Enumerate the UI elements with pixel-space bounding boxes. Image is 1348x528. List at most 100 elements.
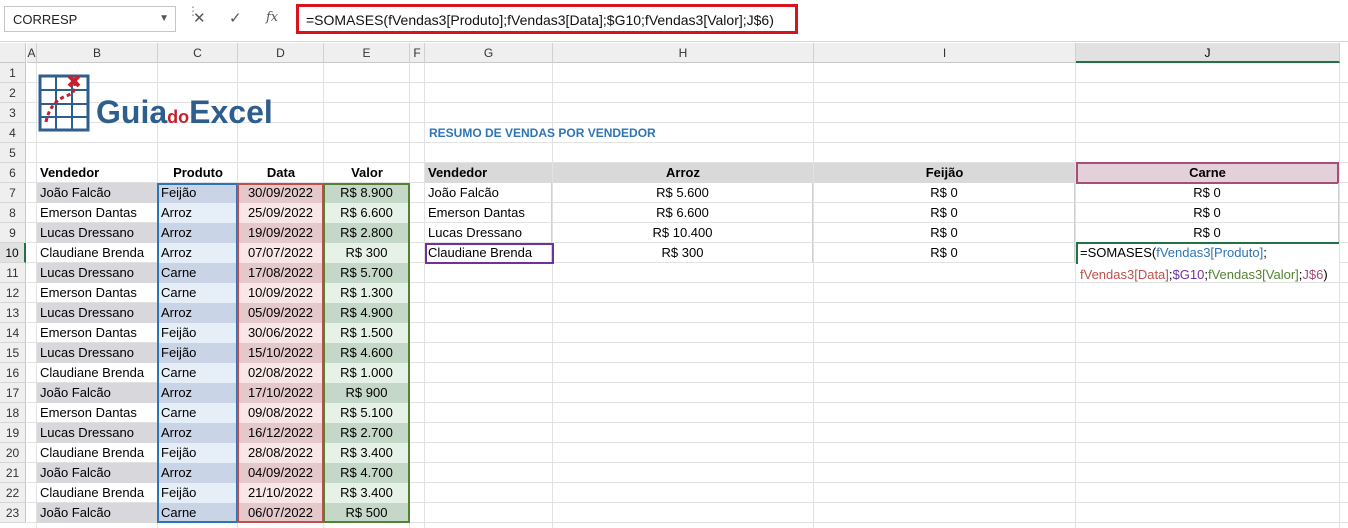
sales-cell-valor[interactable]: R$ 3.400: [324, 483, 409, 503]
sales-cell-produto[interactable]: Arroz: [158, 463, 237, 483]
summary-header-feijao[interactable]: Feijão: [814, 163, 1075, 183]
row-header-6[interactable]: 6: [0, 163, 26, 183]
sales-cell-valor[interactable]: R$ 2.800: [324, 223, 409, 243]
insert-function-icon[interactable]: fx: [266, 10, 278, 25]
cancel-icon[interactable]: ✕: [193, 9, 206, 27]
sales-cell-valor[interactable]: R$ 4.900: [324, 303, 409, 323]
sales-cell-vendedor[interactable]: João Falcão: [37, 383, 157, 403]
sales-cell-vendedor[interactable]: Claudiane Brenda: [37, 243, 157, 263]
summary-cell[interactable]: R$ 0: [1076, 223, 1339, 243]
header-produto[interactable]: Produto: [158, 163, 238, 183]
sales-cell-vendedor[interactable]: Lucas Dressano: [37, 263, 157, 283]
sales-cell-vendedor[interactable]: João Falcão: [37, 463, 157, 483]
sales-cell-valor[interactable]: R$ 5.100: [324, 403, 409, 423]
sales-cell-data[interactable]: 05/09/2022: [238, 303, 323, 323]
row-header-9[interactable]: 9: [0, 223, 26, 243]
summary-cell[interactable]: R$ 0: [814, 223, 1075, 243]
summary-cell[interactable]: Emerson Dantas: [425, 203, 552, 223]
sales-cell-valor[interactable]: R$ 6.600: [324, 203, 409, 223]
column-header-b[interactable]: B: [37, 43, 158, 63]
row-header-14[interactable]: 14: [0, 323, 26, 343]
summary-cell[interactable]: R$ 0: [814, 203, 1075, 223]
sales-cell-produto[interactable]: Feijão: [158, 183, 237, 203]
row-header-11[interactable]: 11: [0, 263, 26, 283]
row-header-3[interactable]: 3: [0, 103, 26, 123]
sales-cell-vendedor[interactable]: Emerson Dantas: [37, 283, 157, 303]
summary-cell[interactable]: R$ 0: [1076, 183, 1339, 203]
sales-cell-produto[interactable]: Carne: [158, 403, 237, 423]
summary-cell[interactable]: R$ 5.600: [553, 183, 813, 203]
sales-cell-vendedor[interactable]: Lucas Dressano: [37, 303, 157, 323]
sales-cell-produto[interactable]: Carne: [158, 363, 237, 383]
sales-cell-valor[interactable]: R$ 1.500: [324, 323, 409, 343]
sales-cell-data[interactable]: 06/07/2022: [238, 503, 323, 523]
sales-cell-valor[interactable]: R$ 1.300: [324, 283, 409, 303]
sales-cell-vendedor[interactable]: Claudiane Brenda: [37, 363, 157, 383]
summary-cell[interactable]: R$ 6.600: [553, 203, 813, 223]
row-header-16[interactable]: 16: [0, 363, 26, 383]
summary-cell[interactable]: R$ 300: [553, 243, 813, 263]
row-header-22[interactable]: 22: [0, 483, 26, 503]
sales-cell-data[interactable]: 16/12/2022: [238, 423, 323, 443]
row-header-21[interactable]: 21: [0, 463, 26, 483]
row-header-7[interactable]: 7: [0, 183, 26, 203]
sales-cell-valor[interactable]: R$ 4.700: [324, 463, 409, 483]
editing-formula-line2[interactable]: fVendas3[Data];$G10;fVendas3[Valor];J$6): [1080, 267, 1328, 282]
sales-cell-data[interactable]: 04/09/2022: [238, 463, 323, 483]
sales-cell-data[interactable]: 07/07/2022: [238, 243, 323, 263]
sales-cell-produto[interactable]: Arroz: [158, 243, 237, 263]
select-all-corner[interactable]: [0, 43, 26, 63]
column-header-i[interactable]: I: [814, 43, 1076, 63]
column-header-g[interactable]: G: [425, 43, 553, 63]
column-header-a[interactable]: A: [27, 43, 37, 63]
column-header-c[interactable]: C: [158, 43, 238, 63]
summary-cell[interactable]: R$ 0: [814, 243, 1075, 263]
sales-cell-data[interactable]: 02/08/2022: [238, 363, 323, 383]
summary-cell[interactable]: R$ 0: [814, 183, 1075, 203]
editing-formula-line1[interactable]: =SOMASES(fVendas3[Produto];: [1080, 245, 1267, 260]
row-header-18[interactable]: 18: [0, 403, 26, 423]
row-header-13[interactable]: 13: [0, 303, 26, 323]
sales-cell-produto[interactable]: Feijão: [158, 443, 237, 463]
sales-cell-produto[interactable]: Arroz: [158, 383, 237, 403]
column-header-j[interactable]: J: [1076, 43, 1340, 63]
sales-cell-data[interactable]: 30/06/2022: [238, 323, 323, 343]
row-header-5[interactable]: 5: [0, 143, 26, 163]
sales-cell-data[interactable]: 19/09/2022: [238, 223, 323, 243]
sales-cell-valor[interactable]: R$ 500: [324, 503, 409, 523]
sales-cell-valor[interactable]: R$ 900: [324, 383, 409, 403]
sales-cell-data[interactable]: 21/10/2022: [238, 483, 323, 503]
sales-cell-produto[interactable]: Arroz: [158, 423, 237, 443]
sales-cell-vendedor[interactable]: João Falcão: [37, 183, 157, 203]
sales-cell-vendedor[interactable]: Claudiane Brenda: [37, 483, 157, 503]
summary-cell[interactable]: Claudiane Brenda: [425, 243, 552, 263]
sales-cell-valor[interactable]: R$ 300: [324, 243, 409, 263]
column-header-h[interactable]: H: [553, 43, 814, 63]
check-icon[interactable]: ✓: [229, 9, 242, 27]
row-header-4[interactable]: 4: [0, 123, 26, 143]
sales-cell-produto[interactable]: Arroz: [158, 223, 237, 243]
sales-cell-produto[interactable]: Carne: [158, 503, 237, 523]
column-header-d[interactable]: D: [238, 43, 324, 63]
sales-cell-data[interactable]: 09/08/2022: [238, 403, 323, 423]
sales-cell-data[interactable]: 28/08/2022: [238, 443, 323, 463]
summary-cell[interactable]: João Falcão: [425, 183, 552, 203]
row-header-2[interactable]: 2: [0, 83, 26, 103]
sales-cell-produto[interactable]: Feijão: [158, 323, 237, 343]
summary-cell[interactable]: R$ 10.400: [553, 223, 813, 243]
header-vendedor[interactable]: Vendedor: [37, 163, 158, 183]
sales-cell-produto[interactable]: Arroz: [158, 303, 237, 323]
row-header-8[interactable]: 8: [0, 203, 26, 223]
sales-cell-data[interactable]: 30/09/2022: [238, 183, 323, 203]
name-box[interactable]: CORRESP ▼: [4, 6, 176, 32]
sales-cell-valor[interactable]: R$ 3.400: [324, 443, 409, 463]
sales-cell-vendedor[interactable]: Emerson Dantas: [37, 203, 157, 223]
sales-cell-valor[interactable]: R$ 8.900: [324, 183, 409, 203]
column-header-e[interactable]: E: [324, 43, 410, 63]
formula-input[interactable]: =SOMASES(fVendas3[Produto];fVendas3[Data…: [296, 4, 798, 34]
summary-cell[interactable]: R$ 0: [1076, 203, 1339, 223]
summary-header-vendedor[interactable]: Vendedor: [425, 163, 552, 183]
row-header-1[interactable]: 1: [0, 63, 26, 83]
row-header-20[interactable]: 20: [0, 443, 26, 463]
column-header-f[interactable]: F: [410, 43, 425, 63]
